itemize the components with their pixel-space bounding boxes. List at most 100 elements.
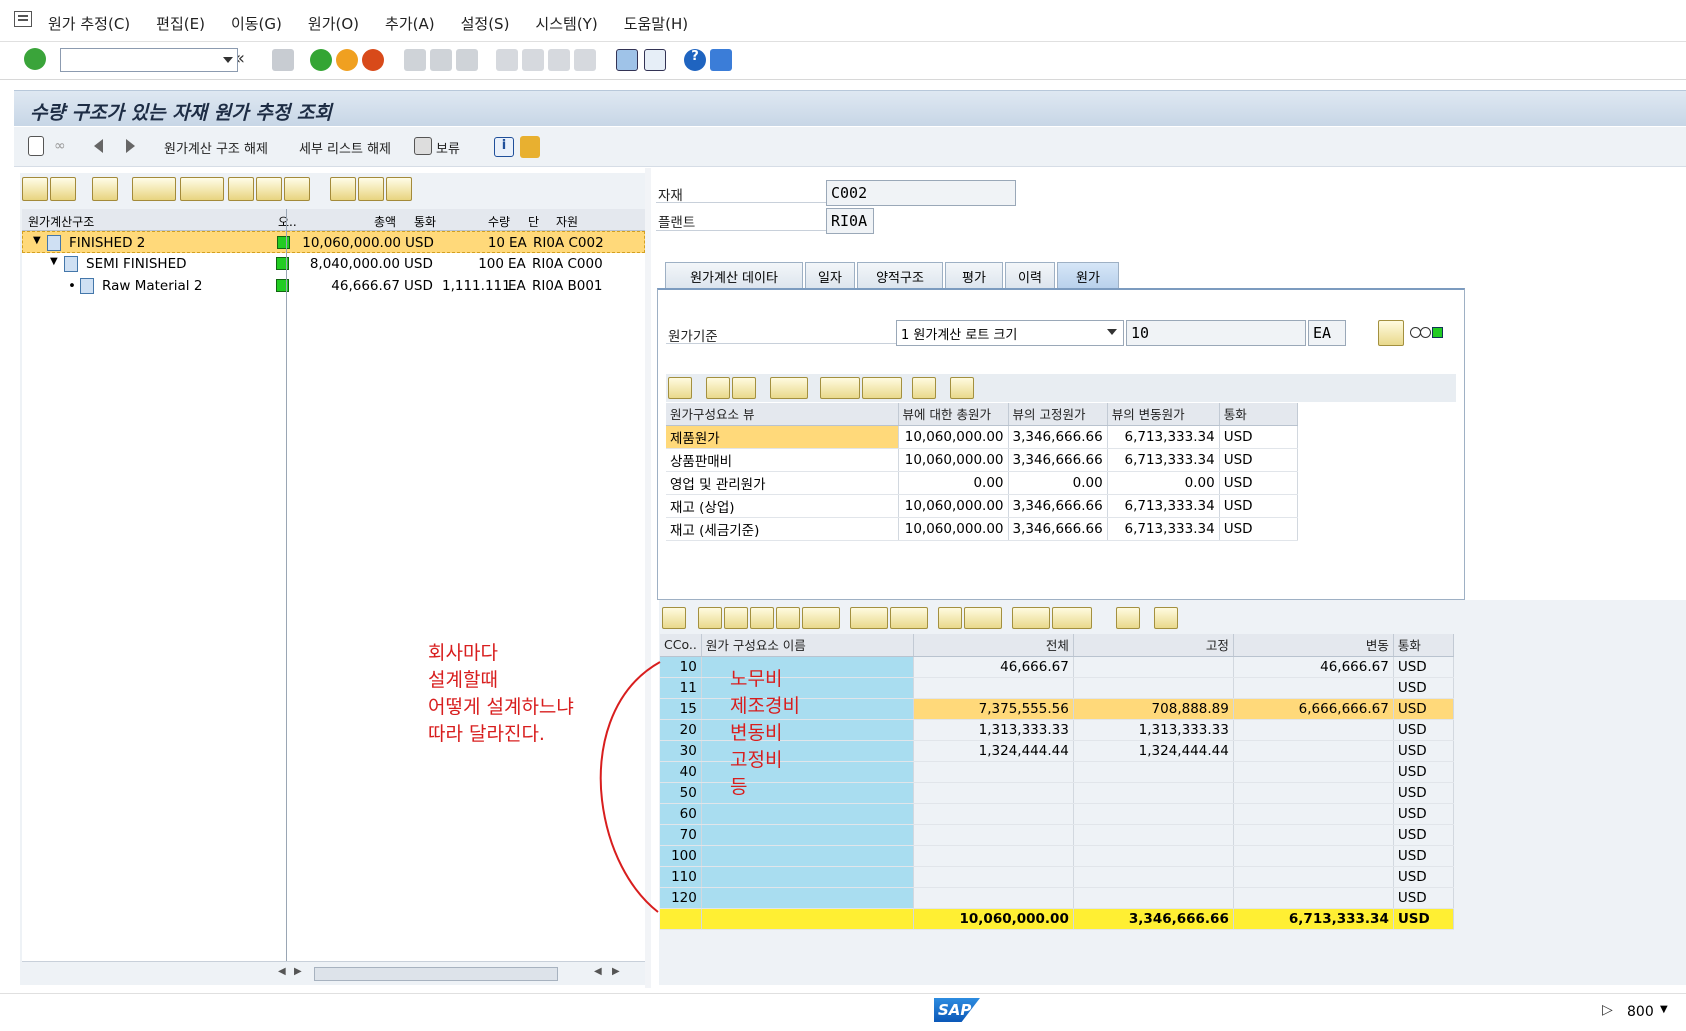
collapse-arrow-icon[interactable]: ▼ (33, 235, 41, 246)
sum-menu-icon[interactable] (850, 607, 888, 629)
subtotal-icon[interactable] (890, 607, 928, 629)
release-costing-structure-button[interactable]: 원가계산 구조 해제 (164, 138, 268, 157)
graphic-icon[interactable] (912, 377, 936, 399)
print-preview-icon[interactable] (820, 377, 860, 399)
command-field[interactable] (60, 48, 238, 72)
table-row[interactable]: 영업 및 관리원가 0.00 0.00 0.00 USD (666, 471, 1298, 495)
chevron-down-icon[interactable] (223, 57, 233, 63)
new-document-icon[interactable] (28, 136, 44, 156)
next-icon[interactable] (126, 139, 135, 153)
export-icon[interactable] (228, 177, 254, 201)
first-page-icon[interactable] (496, 49, 518, 71)
menu-item[interactable]: 도움말(H) (624, 13, 688, 34)
cost-base-select[interactable]: 1 원가계산 로트 크기 (896, 320, 1124, 346)
col-variable[interactable]: 뷰의 변동원가 (1107, 403, 1220, 426)
subtotal-icon[interactable] (358, 177, 384, 201)
tab-qty-structure[interactable]: 양적구조 (857, 262, 943, 288)
new-session-icon[interactable] (616, 49, 638, 71)
sum-menu-icon[interactable] (770, 377, 808, 399)
tree-row[interactable]: • Raw Material 2 46,666.67 USD 1,111.111… (22, 275, 645, 297)
previous-icon[interactable] (94, 139, 103, 153)
col-amount[interactable]: 총액 (374, 213, 396, 230)
col-currency[interactable]: 통화 (1219, 403, 1298, 426)
collapse-arrow-icon[interactable]: ▼ (50, 256, 58, 267)
col-unit[interactable]: 단 (528, 213, 539, 230)
export-icon[interactable] (1012, 607, 1050, 629)
table-row[interactable]: 120 USD (660, 887, 1454, 909)
scroll-thumb[interactable] (314, 967, 558, 981)
views-icon[interactable] (964, 607, 1002, 629)
details-magnifier-icon[interactable] (662, 607, 686, 629)
menu-item[interactable]: 원가(O) (308, 13, 359, 34)
save-icon[interactable] (272, 49, 294, 71)
details-magnifier-icon[interactable] (668, 377, 692, 399)
table-row[interactable]: 60 USD (660, 803, 1454, 825)
layout-icon[interactable] (862, 377, 902, 399)
col-currency[interactable]: 통화 (1393, 634, 1454, 657)
previous-page-icon[interactable] (522, 49, 544, 71)
col-component-name[interactable]: 원가 구성요소 이름 (701, 634, 914, 657)
print-icon[interactable] (404, 49, 426, 71)
help-icon[interactable]: ? (684, 49, 706, 71)
info-icon[interactable]: i (494, 137, 514, 157)
menu-item[interactable]: 원가 추정(C) (48, 13, 130, 34)
col-fixed[interactable]: 고정 (1073, 634, 1234, 657)
table-row[interactable]: 70 USD (660, 824, 1454, 846)
select-columns-icon[interactable] (256, 177, 282, 201)
find-icon[interactable] (706, 377, 730, 399)
glasses-icon[interactable]: ∞ (54, 138, 74, 154)
scroll-right-icon[interactable]: ▶ (294, 966, 302, 977)
col-total[interactable]: 뷰에 대한 총원가 (898, 403, 1009, 426)
scroll-right-icon[interactable]: ▶ (612, 966, 620, 977)
status-toggle-icon[interactable]: ▷ (1602, 1002, 1613, 1018)
info-icon[interactable] (950, 377, 974, 399)
tree-row[interactable]: ▼ FINISHED 2 10,060,000.00 USD 10 EA RI0… (22, 231, 645, 253)
scroll-left-icon[interactable]: ◀ (278, 966, 286, 977)
col-resource[interactable]: 자원 (556, 213, 578, 230)
col-variable[interactable]: 변동 (1233, 634, 1394, 657)
column-divider[interactable] (286, 209, 287, 961)
table-row[interactable]: 재고 (세금기준) 10,060,000.00 3,346,666.66 6,7… (666, 517, 1298, 541)
print-icon[interactable] (938, 607, 962, 629)
menu-item[interactable]: 설정(S) (461, 13, 510, 34)
sort-descending-icon[interactable] (724, 607, 748, 629)
menu-item[interactable]: 시스템(Y) (535, 13, 597, 34)
collapse-all-icon[interactable] (50, 177, 76, 201)
exit-icon[interactable] (336, 49, 358, 71)
sort-ascending-icon[interactable] (698, 607, 722, 629)
col-fixed[interactable]: 뷰의 고정원가 (1008, 403, 1108, 426)
plant-field[interactable]: RI0A (826, 208, 874, 234)
table-row[interactable]: 제품원가 10,060,000.00 3,346,666.66 6,713,33… (666, 425, 1298, 449)
find-icon[interactable] (430, 49, 452, 71)
tab-valuation[interactable]: 평가 (945, 262, 1003, 288)
cancel-icon[interactable] (362, 49, 384, 71)
binoculars-icon[interactable] (92, 177, 118, 201)
change-icon[interactable] (1378, 320, 1404, 346)
column-set-icon[interactable] (284, 177, 310, 201)
find-next-icon[interactable] (456, 49, 478, 71)
tab-dates[interactable]: 일자 (805, 262, 855, 288)
tab-costing-data[interactable]: 원가계산 데이타 (665, 262, 803, 288)
table-row[interactable]: 100 USD (660, 845, 1454, 867)
menu-item[interactable]: 편집(E) (156, 13, 205, 34)
print-menu-icon[interactable] (132, 177, 176, 201)
menu-icon[interactable] (14, 11, 32, 27)
enter-icon[interactable] (24, 48, 46, 70)
details-icon[interactable] (386, 177, 412, 201)
col-total[interactable]: 전체 (913, 634, 1074, 657)
release-detail-list-button[interactable]: 세부 리스트 해제 (299, 138, 391, 157)
next-page-icon[interactable] (548, 49, 570, 71)
back-icon[interactable] (310, 49, 332, 71)
lot-size-field[interactable]: 10 (1126, 320, 1306, 346)
col-quantity[interactable]: 수량 (488, 213, 510, 230)
horizontal-scrollbar[interactable]: ◀ ▶ ◀ ▶ (22, 961, 645, 985)
hold-icon[interactable] (414, 137, 432, 155)
tree-row[interactable]: ▼ SEMI FINISHED 8,040,000.00 USD 100 EA … (22, 253, 645, 275)
alert-icon[interactable] (520, 136, 540, 158)
find-next-icon[interactable] (732, 377, 756, 399)
tab-history[interactable]: 이력 (1005, 262, 1055, 288)
scroll-left-icon[interactable]: ◀ (594, 966, 602, 977)
col-status[interactable]: 오.. (278, 213, 297, 230)
table-row[interactable]: 110 USD (660, 866, 1454, 888)
layout-icon[interactable] (1052, 607, 1092, 629)
